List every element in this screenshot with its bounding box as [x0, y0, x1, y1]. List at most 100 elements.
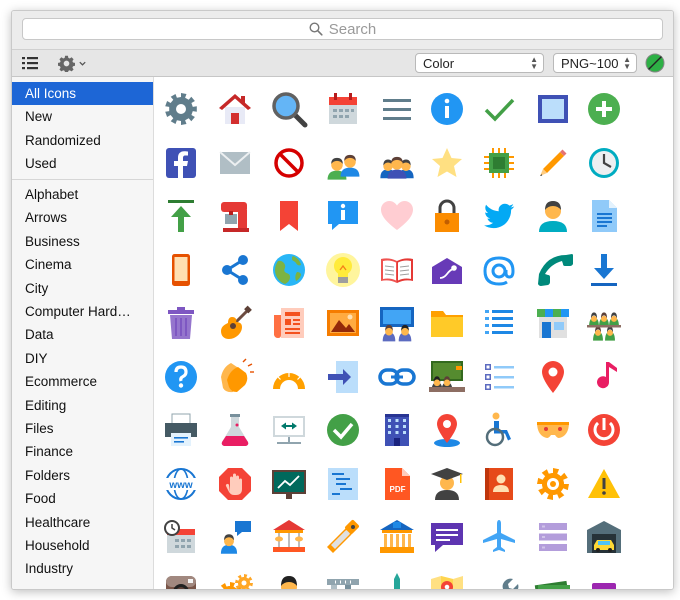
phone-icon[interactable] [533, 250, 573, 290]
no-entry-icon[interactable] [269, 143, 309, 183]
import-icon[interactable] [323, 357, 363, 397]
sidebar-item-arrows[interactable]: Arrows [12, 206, 153, 229]
format-select[interactable]: PNG~100 ▲ ▼ [553, 53, 637, 73]
folder-icon[interactable] [427, 303, 467, 343]
facebook-icon[interactable] [161, 143, 201, 183]
classroom-icon[interactable] [427, 357, 467, 397]
sidebar-item-new[interactable]: New [12, 105, 153, 128]
printer-icon[interactable] [161, 410, 201, 450]
code-icon[interactable] [323, 464, 363, 504]
info-bubble-icon[interactable] [323, 196, 363, 236]
garage-icon[interactable] [584, 517, 624, 557]
caliper-icon[interactable] [323, 571, 363, 589]
stop-hand-icon[interactable] [215, 464, 255, 504]
sidebar-item-alphabet[interactable]: Alphabet [12, 183, 153, 206]
chalkboard-icon[interactable] [269, 464, 309, 504]
monument-icon[interactable] [377, 571, 417, 589]
star-icon[interactable] [427, 143, 467, 183]
location-icon[interactable] [533, 357, 573, 397]
plus-icon[interactable] [584, 89, 624, 129]
search-input[interactable]: Search [22, 18, 663, 40]
ok-icon[interactable] [323, 410, 363, 450]
user-icon[interactable] [533, 196, 573, 236]
checkmark-icon[interactable] [479, 89, 519, 129]
guitar-icon[interactable] [215, 303, 255, 343]
settings-menu-button[interactable] [58, 53, 87, 73]
globe-icon[interactable] [269, 250, 309, 290]
document-icon[interactable] [584, 196, 624, 236]
map-icon[interactable] [427, 571, 467, 589]
wrench-icon[interactable] [479, 571, 519, 589]
lock-icon[interactable] [427, 196, 467, 236]
graduate-icon[interactable] [427, 464, 467, 504]
conference-icon[interactable] [323, 143, 363, 183]
sidebar-item-used[interactable]: Used [12, 152, 153, 175]
settings-icon[interactable] [161, 89, 201, 129]
trash-icon[interactable] [161, 303, 201, 343]
list-icon[interactable] [479, 303, 519, 343]
pdf-icon[interactable]: PDF [377, 464, 417, 504]
sidebar-item-diy[interactable]: DIY [12, 347, 153, 370]
home-icon[interactable] [215, 89, 255, 129]
contacts-icon[interactable] [479, 464, 519, 504]
protractor-icon[interactable] [269, 357, 309, 397]
chat-user-icon[interactable] [215, 517, 255, 557]
applause-icon[interactable] [215, 357, 255, 397]
sidebar-item-business[interactable]: Business [12, 230, 153, 253]
sidebar-item-files[interactable]: Files [12, 417, 153, 440]
network-panel-icon[interactable] [269, 410, 309, 450]
sidebar-item-randomized[interactable]: Randomized [12, 129, 153, 152]
businessman-icon[interactable] [269, 571, 309, 589]
speech-bubble-icon[interactable] [427, 517, 467, 557]
sofa-icon[interactable] [584, 571, 624, 589]
list-view-button[interactable] [22, 53, 38, 73]
help-icon[interactable] [161, 357, 201, 397]
instagram-icon[interactable] [161, 571, 201, 589]
chainsaw-icon[interactable] [323, 517, 363, 557]
menu-icon[interactable] [377, 89, 417, 129]
group-icon[interactable] [377, 143, 417, 183]
smartphone-icon[interactable] [161, 250, 201, 290]
twitter-icon[interactable] [479, 196, 519, 236]
idea-icon[interactable] [323, 250, 363, 290]
image-icon[interactable] [323, 303, 363, 343]
sidebar-item-household[interactable]: Household [12, 534, 153, 557]
gears-icon[interactable] [215, 571, 255, 589]
underwear-icon[interactable] [533, 410, 573, 450]
database-icon[interactable] [533, 517, 573, 557]
sidebar-item-data[interactable]: Data [12, 323, 153, 346]
marker-icon[interactable] [427, 410, 467, 450]
share-icon[interactable] [215, 250, 255, 290]
disabled-icon[interactable] [479, 410, 519, 450]
mail-icon[interactable] [215, 143, 255, 183]
upload-icon[interactable] [161, 196, 201, 236]
pencil-icon[interactable] [533, 143, 573, 183]
sidebar-item-healthcare[interactable]: Healthcare [12, 511, 153, 534]
link-icon[interactable] [377, 357, 417, 397]
sidebar-item-computer-hard[interactable]: Computer Hard… [12, 300, 153, 323]
building-icon[interactable] [377, 410, 417, 450]
sidebar-item-city[interactable]: City [12, 277, 153, 300]
airplane-icon[interactable] [479, 517, 519, 557]
sidebar-item-industry[interactable]: Industry [12, 557, 153, 580]
clock-icon[interactable] [584, 143, 624, 183]
sidebar-item-editing[interactable]: Editing [12, 394, 153, 417]
meeting-icon[interactable] [584, 303, 624, 343]
music-icon[interactable] [584, 357, 624, 397]
color-select[interactable]: Color ▲ ▼ [415, 53, 544, 73]
envelope-sperm-icon[interactable] [427, 250, 467, 290]
settings-cog-icon[interactable] [533, 464, 573, 504]
bookmark-icon[interactable] [269, 196, 309, 236]
shop-icon[interactable] [533, 303, 573, 343]
sidebar-item-finance[interactable]: Finance [12, 440, 153, 463]
www-icon[interactable]: www [161, 464, 201, 504]
warning-icon[interactable] [584, 464, 624, 504]
money-icon[interactable]: $ [533, 571, 573, 589]
at-sign-icon[interactable] [479, 250, 519, 290]
sidebar-item-folders[interactable]: Folders [12, 464, 153, 487]
search-icon[interactable] [269, 89, 309, 129]
sidebar-item-ecommerce[interactable]: Ecommerce [12, 370, 153, 393]
lab-icon[interactable] [215, 410, 255, 450]
museum-icon[interactable] [377, 517, 417, 557]
shutdown-icon[interactable] [584, 410, 624, 450]
